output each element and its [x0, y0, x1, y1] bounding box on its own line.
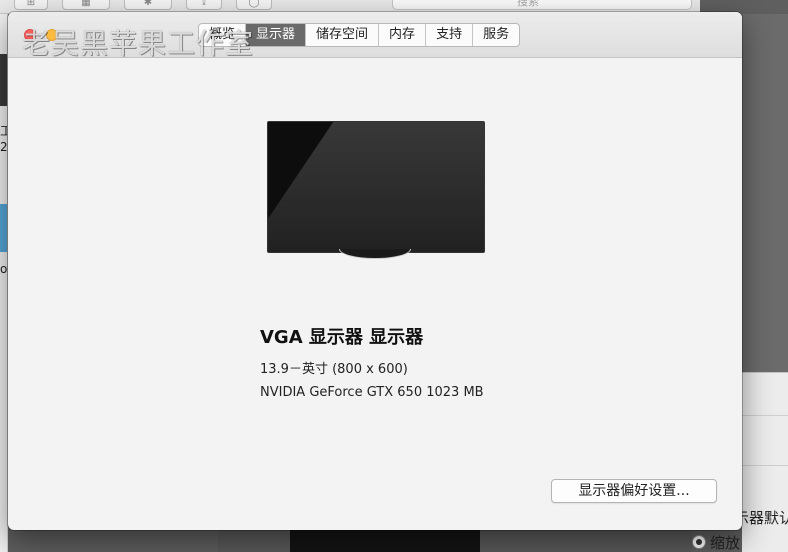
bg-thumbnail — [0, 54, 7, 106]
tab-overview[interactable]: 概览 — [199, 24, 247, 46]
display-name: VGA 显示器 显示器 — [260, 327, 424, 348]
tab-service[interactable]: 服务 — [473, 24, 519, 46]
bg-left-text: 26 — [0, 140, 8, 154]
bg-selection — [0, 204, 7, 252]
minimize-button[interactable] — [46, 29, 58, 41]
bg-tag-button[interactable]: ◯ — [236, 0, 272, 10]
bg-radio-label: 缩放 — [710, 533, 741, 552]
background-finder-column: 工 26 o — [0, 14, 8, 552]
monitor-image — [267, 121, 485, 253]
tab-memory[interactable]: 内存 — [379, 24, 427, 46]
bg-view-button[interactable]: ⊞ — [14, 0, 48, 10]
window-titlebar: 概览 显示器 储存空间 内存 支持 服务 老吴黑苹果工作室 — [8, 12, 742, 60]
bg-search-placeholder: 搜索 — [517, 0, 539, 8]
about-this-mac-window: 概览 显示器 储存空间 内存 支持 服务 老吴黑苹果工作室 VGA 显示器 显示… — [8, 12, 742, 530]
close-button[interactable] — [24, 29, 36, 41]
display-size: 13.9－英寸 (800 x 600) — [260, 362, 408, 377]
bg-share-button[interactable]: ⇪ — [186, 0, 222, 10]
bg-gear-button[interactable]: ✱ — [124, 0, 172, 10]
radio-selected-icon[interactable] — [692, 535, 706, 549]
tab-bar: 概览 显示器 储存空间 内存 支持 服务 — [198, 23, 521, 47]
bg-grid-button[interactable]: ▦ — [62, 0, 110, 10]
bg-search-field[interactable]: 搜索 — [392, 0, 692, 10]
display-gpu: NVIDIA GeForce GTX 650 1023 MB — [260, 385, 484, 400]
background-bottom-strip — [218, 528, 692, 552]
tab-support[interactable]: 支持 — [426, 24, 474, 46]
display-preferences-button[interactable]: 显示器偏好设置... — [551, 479, 717, 503]
monitor-stand — [339, 249, 411, 259]
bg-left-text: 工 — [0, 122, 7, 139]
bg-left-text: o — [0, 262, 8, 276]
bg-panel-text: 示器默认 — [742, 509, 788, 527]
screen-glare — [268, 122, 484, 252]
bg-radio-option[interactable]: 缩放 — [692, 532, 740, 552]
tab-displays[interactable]: 显示器 — [246, 24, 307, 46]
background-settings-panel: 示器默认 — [742, 372, 788, 552]
background-dark-area — [742, 14, 788, 372]
tab-storage[interactable]: 储存空间 — [306, 24, 380, 46]
